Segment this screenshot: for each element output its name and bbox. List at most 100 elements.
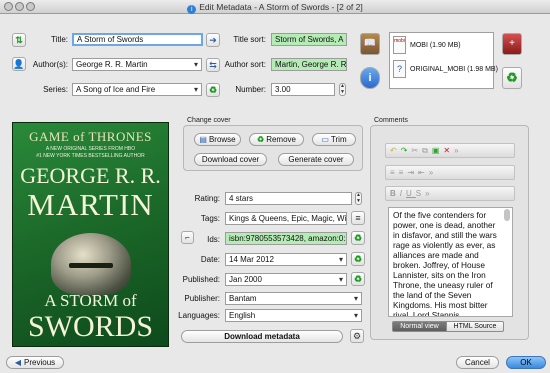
underline-icon[interactable]: U <box>406 189 416 198</box>
align-left-icon[interactable]: ≡ <box>390 168 399 177</box>
title-sort-input[interactable]: Storm of Swords, A <box>271 33 347 46</box>
cover-title-bottom: SWORDS <box>27 310 154 343</box>
cover-author-first: GEORGE R. R. <box>20 163 161 188</box>
cover-tagline-2: #1 NEW YORK TIMES BESTSELLING AUTHOR <box>36 153 145 159</box>
tags-input[interactable]: Kings & Queens, Epic, Magic, Wir <box>225 212 347 225</box>
cover-series-name: GAME of THRONES <box>29 129 152 144</box>
authors-combobox[interactable]: George R. R. Martin <box>72 58 202 71</box>
bold-icon[interactable]: B <box>390 189 400 198</box>
book-cover: GAME of THRONES A NEW ORIGINAL SERIES FR… <box>12 122 169 347</box>
tag-editor-icon[interactable]: ≡ <box>351 211 365 225</box>
series-combobox[interactable]: A Song of Ice and Fire <box>72 83 202 96</box>
comments-toolbar-row2[interactable]: ≡≡⇥⇤» <box>385 165 515 180</box>
window-title: i Edit Metadata - A Storm of Swords - [2 … <box>0 2 550 14</box>
remove-format-icon[interactable]: ♻ <box>502 67 522 89</box>
comments-scrollbar[interactable] <box>504 209 510 221</box>
paste-icon[interactable]: ▣ <box>432 146 444 155</box>
publisher-label: Publisher: <box>184 294 220 303</box>
cover-author-last: MARTIN <box>27 187 154 222</box>
more-icon[interactable]: » <box>425 189 433 198</box>
rating-spinner[interactable]: ▲ ▼ <box>355 192 362 205</box>
comments-toolbar-row1[interactable]: ↶↷✂⧉▣✕» <box>385 143 515 158</box>
author-sort-label: Author sort: <box>224 60 266 69</box>
folder-icon: ▤ <box>199 135 207 144</box>
published-input[interactable]: Jan 2000 <box>225 273 347 286</box>
clear-icon[interactable]: ✕ <box>443 146 454 155</box>
more-icon[interactable]: » <box>454 146 462 155</box>
file-icon: mobi <box>393 36 406 54</box>
arrow-left-icon: ◀ <box>14 358 22 367</box>
book-icon[interactable]: 📖 <box>360 33 380 55</box>
info-icon-button[interactable]: i <box>360 67 380 89</box>
clear-published-icon[interactable]: ♻ <box>351 272 365 286</box>
arrow-right-icon[interactable]: ➜ <box>206 33 220 47</box>
helmet-visor <box>69 263 113 268</box>
window-title-text: Edit Metadata - A Storm of Swords - [2 o… <box>199 2 363 12</box>
date-input[interactable]: 14 Mar 2012 <box>225 253 347 266</box>
undo-icon[interactable]: ↶ <box>390 146 401 155</box>
browse-cover-button[interactable]: ▤ Browse <box>194 133 241 146</box>
configure-download-icon[interactable]: ⚙ <box>350 329 364 343</box>
clear-ids-icon[interactable]: ♻ <box>351 231 365 245</box>
tab-normal-view[interactable]: Normal view <box>392 321 447 332</box>
number-label: Number: <box>235 85 266 94</box>
info-icon: i <box>187 5 197 14</box>
rating-input[interactable]: 4 stars <box>225 192 352 205</box>
tags-label: Tags: <box>200 214 220 223</box>
tab-html-source[interactable]: HTML Source <box>446 321 504 332</box>
author-sort-input[interactable]: Martin, George R. R. <box>271 58 347 71</box>
cover-tagline: A NEW ORIGINAL SERIES FROM HBO <box>45 146 136 152</box>
swap-title-author-icon[interactable]: ⇅ <box>12 33 26 47</box>
browse-label: Browse <box>208 135 236 144</box>
format-label: ORIGINAL_MOBI (1.98 MB) <box>410 66 498 73</box>
previous-label: Previous <box>24 358 56 367</box>
comments-toolbar-row3[interactable]: BIUS» <box>385 186 515 201</box>
remove-cover-button[interactable]: ♻ Remove <box>249 133 304 146</box>
generate-cover-button[interactable]: Generate cover <box>278 153 354 166</box>
series-number-input[interactable]: 3.00 <box>271 83 335 96</box>
title-input[interactable]: A Storm of Swords <box>72 33 203 46</box>
series-number-spinner[interactable]: ▲ ▼ <box>339 83 346 96</box>
ids-input[interactable]: isbn:9780553573428, amazon:0: <box>225 232 347 245</box>
previous-button[interactable]: ◀ Previous <box>6 356 64 369</box>
remove-label: Remove <box>266 135 296 144</box>
indent-icon[interactable]: ⇥ <box>407 168 418 177</box>
redo-icon[interactable]: ↷ <box>401 146 412 155</box>
comments-group-label: Comments <box>374 117 408 124</box>
change-cover-group-label: Change cover <box>187 117 231 124</box>
clear-date-icon[interactable]: ♻ <box>351 252 365 266</box>
title-sort-label: Title sort: <box>233 35 266 44</box>
rating-label: Rating: <box>194 194 220 203</box>
ok-button[interactable]: OK <box>506 356 546 369</box>
unknown-file-icon: ? <box>393 60 406 78</box>
format-label: MOBI (1.90 MB) <box>410 42 461 49</box>
download-metadata-button[interactable]: Download metadata <box>181 330 343 343</box>
publisher-combobox[interactable]: Bantam <box>225 292 362 305</box>
outdent-icon[interactable]: ⇤ <box>418 168 429 177</box>
cover-title-top: A STORM of <box>44 291 137 310</box>
date-label: Date: <box>200 255 220 264</box>
add-format-icon[interactable]: + <box>502 33 522 55</box>
formats-list[interactable]: mobi MOBI (1.90 MB) ? ORIGINAL_MOBI (1.9… <box>389 32 498 89</box>
more-icon[interactable]: » <box>429 168 437 177</box>
trim-cover-button[interactable]: ▭ Trim <box>312 133 356 146</box>
strikethrough-icon[interactable]: S <box>416 189 425 198</box>
download-cover-button[interactable]: Download cover <box>194 153 267 166</box>
languages-combobox[interactable]: English <box>225 309 362 322</box>
cut-icon[interactable]: ✂ <box>411 146 422 155</box>
authors-label: Author(s): <box>32 60 68 69</box>
copy-author-icon[interactable]: ⇆ <box>206 58 220 72</box>
format-item[interactable]: ? ORIGINAL_MOBI (1.98 MB) <box>393 60 498 80</box>
trim-label: Trim <box>330 135 347 144</box>
trim-icon: ▭ <box>321 135 329 144</box>
series-label: Series: <box>43 85 68 94</box>
trash-icon: ♻ <box>257 135 265 144</box>
clear-series-icon[interactable]: ♻ <box>206 83 220 97</box>
window-titlebar: i Edit Metadata - A Storm of Swords - [2 … <box>0 0 550 14</box>
copy-icon[interactable]: ⧉ <box>422 146 432 155</box>
comments-editor[interactable]: Of the five contenders for power, one is… <box>388 207 513 317</box>
languages-label: Languages: <box>178 311 220 320</box>
format-item[interactable]: mobi MOBI (1.90 MB) <box>393 36 493 56</box>
cancel-button[interactable]: Cancel <box>456 356 499 369</box>
title-label: Title: <box>50 35 68 44</box>
